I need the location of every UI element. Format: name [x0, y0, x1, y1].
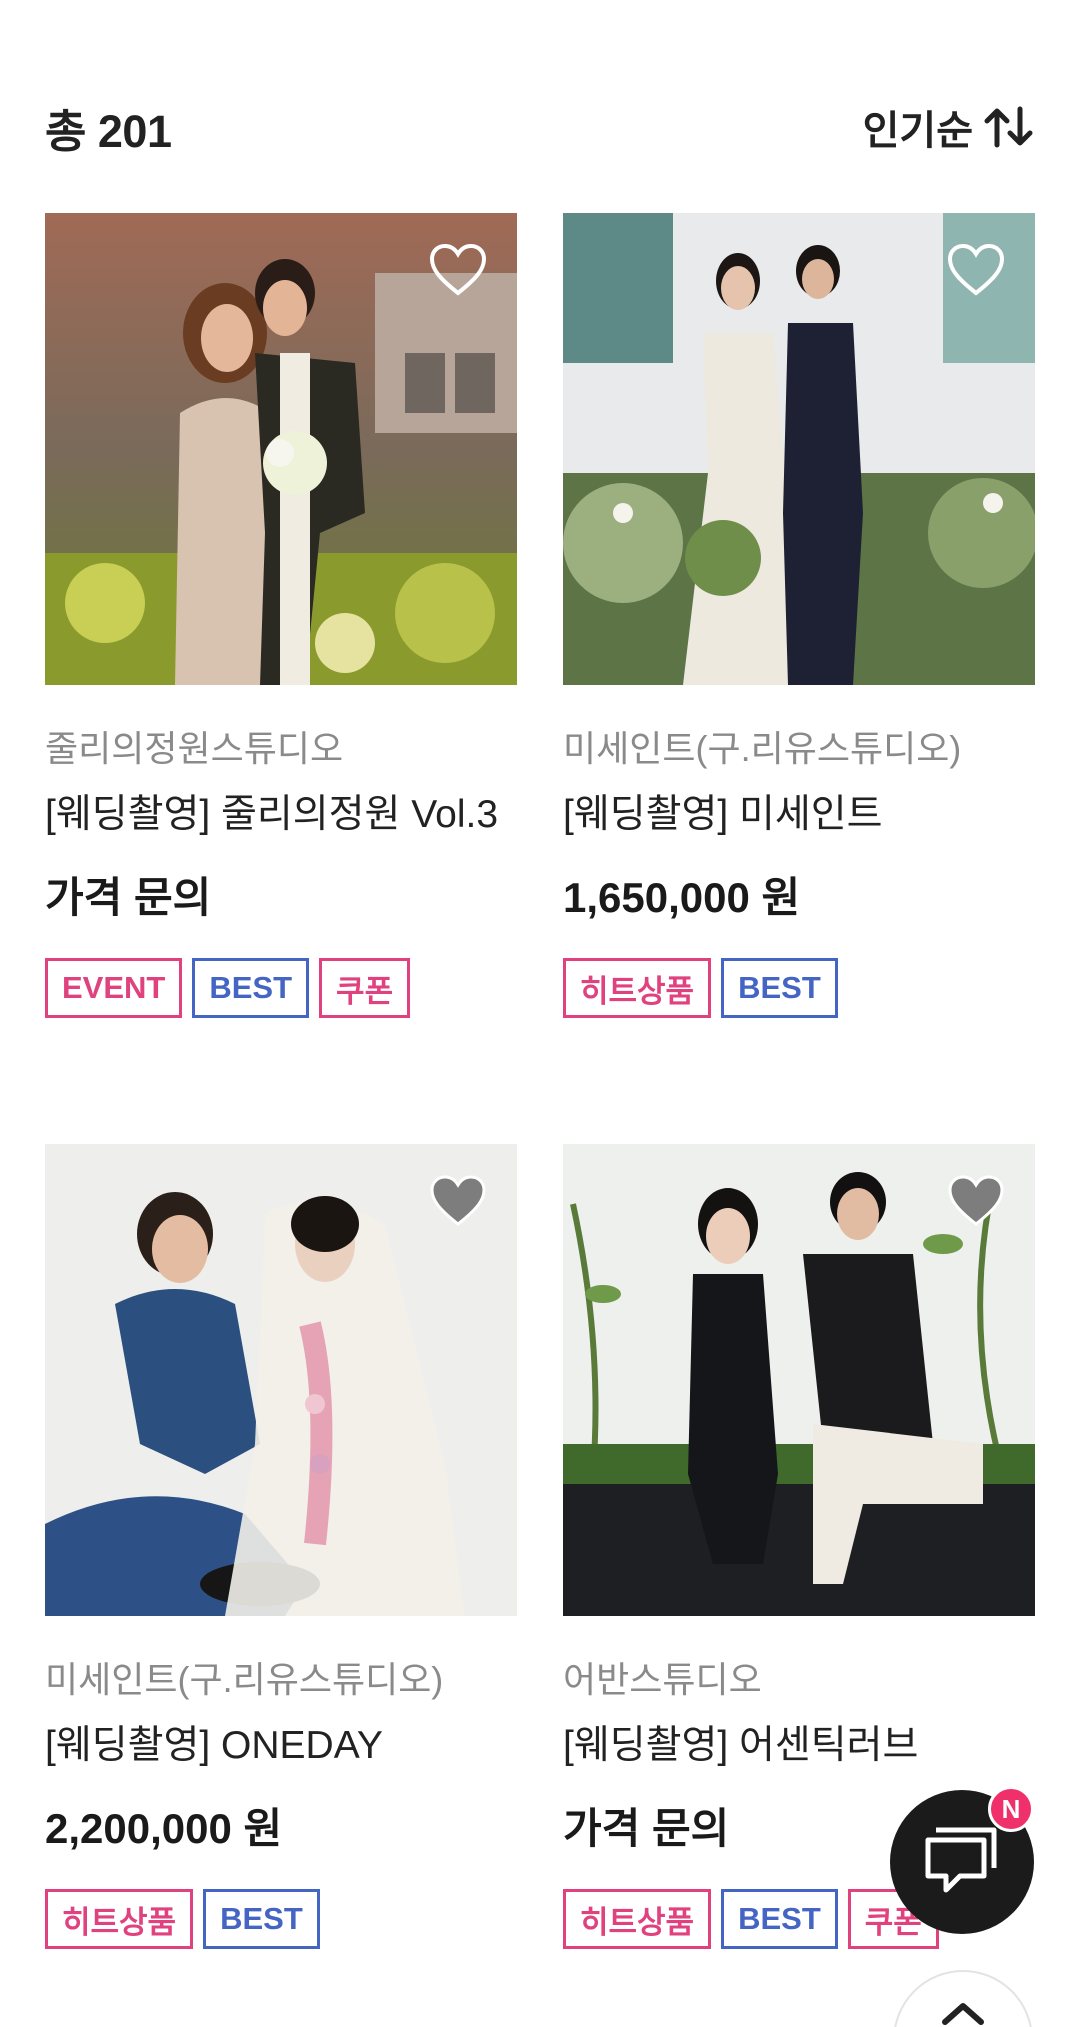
product-list-page: 총 201 인기순 줄리의정원스튜디오 [웨딩촬영] 줄리의정원 Vol.3 가… — [0, 0, 1080, 2027]
studio-name: 미세인트(구.리유스튜디오) — [563, 728, 962, 769]
heart-filled-icon[interactable] — [429, 1174, 487, 1228]
product-card[interactable]: 미세인트(구.리유스튜디오) [웨딩촬영] 미세인트 1,650,000 원 히… — [563, 213, 1035, 1024]
product-photo[interactable] — [45, 213, 517, 685]
studio-name: 줄리의정원스튜디오 — [45, 728, 344, 769]
product-title[interactable]: [웨딩촬영] ONEDAY — [45, 1722, 517, 1770]
product-photo[interactable] — [45, 1144, 517, 1616]
product-title[interactable]: [웨딩촬영] 미세인트 — [563, 791, 1035, 839]
tag-list: 히트상품 BEST — [563, 958, 1035, 1018]
tag-event: EVENT — [45, 958, 183, 1018]
product-title[interactable]: [웨딩촬영] 줄리의정원 Vol.3 — [45, 791, 517, 839]
product-photo[interactable] — [563, 1144, 1035, 1616]
product-price: 1,650,000 원 — [563, 874, 801, 921]
tag-hit: 히트상품 — [45, 1889, 194, 1949]
sort-button[interactable]: 인기순 — [863, 98, 1035, 156]
studio-name: 어반스튜디오 — [563, 1659, 762, 1700]
heart-outline-icon[interactable] — [429, 243, 487, 297]
heart-outline-icon[interactable] — [947, 243, 1005, 297]
product-grid: 줄리의정원스튜디오 [웨딩촬영] 줄리의정원 Vol.3 가격 문의 EVENT… — [45, 213, 1035, 1955]
tag-best: BEST — [721, 958, 838, 1018]
product-card[interactable]: 미세인트(구.리유스튜디오) [웨딩촬영] ONEDAY 2,200,000 원… — [45, 1144, 517, 1955]
tag-hit: 히트상품 — [563, 1889, 712, 1949]
product-title[interactable]: [웨딩촬영] 어센틱러브 — [563, 1722, 1035, 1770]
heart-filled-icon[interactable] — [947, 1174, 1005, 1228]
chevron-up-icon — [941, 2000, 985, 2027]
tag-best: BEST — [192, 958, 310, 1018]
list-header: 총 201 인기순 — [45, 92, 1035, 162]
tag-list: EVENT BEST 쿠폰 — [45, 958, 517, 1018]
product-photo[interactable] — [563, 213, 1035, 685]
chat-bubbles-icon — [922, 1824, 1002, 1901]
sort-label: 인기순 — [862, 109, 973, 153]
tag-list: 히트상품 BEST — [45, 1889, 517, 1949]
total-count: 총 201 — [45, 105, 172, 157]
tag-coupon: 쿠폰 — [319, 958, 411, 1018]
chat-notification-badge: N — [988, 1786, 1034, 1832]
scroll-top-button[interactable] — [893, 1970, 1033, 2027]
tag-best: BEST — [721, 1889, 838, 1949]
tag-best: BEST — [203, 1889, 320, 1949]
sort-arrows-icon — [983, 105, 1035, 149]
tag-hit: 히트상품 — [563, 958, 712, 1018]
product-price: 가격 문의 — [45, 874, 212, 921]
studio-name: 미세인트(구.리유스튜디오) — [45, 1659, 444, 1700]
product-price: 2,200,000 원 — [45, 1805, 283, 1852]
product-card[interactable]: 줄리의정원스튜디오 [웨딩촬영] 줄리의정원 Vol.3 가격 문의 EVENT… — [45, 213, 517, 1024]
